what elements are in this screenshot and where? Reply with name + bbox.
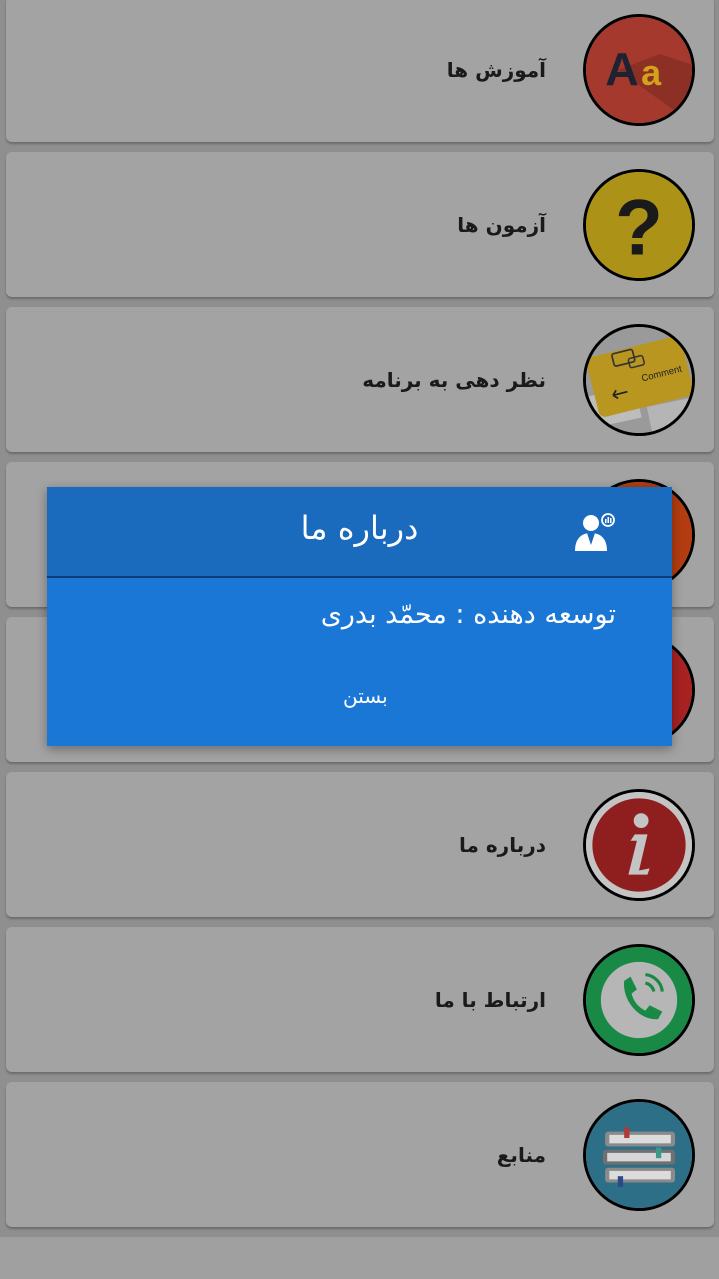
menu-item-label: نظر دهی به برنامه (362, 367, 546, 392)
bottom-bar (0, 1237, 719, 1279)
support-agent-icon (573, 511, 617, 553)
menu-item-lessons[interactable]: آموزش ها A a (6, 0, 714, 142)
menu-item-label: آزمون ها (457, 212, 546, 237)
menu-item-exams[interactable]: آزمون ها ? (6, 152, 714, 297)
books-icon (583, 1098, 695, 1211)
menu-item-sources[interactable]: منابع (6, 1082, 714, 1227)
about-dialog: درباره ما توسعه دهنده : محمّد بدری بستن (47, 487, 672, 746)
question-mark-icon: ? (583, 168, 695, 281)
menu-item-label: آموزش ها (446, 57, 546, 82)
close-button[interactable]: بستن (335, 680, 396, 712)
info-icon (583, 788, 695, 901)
alphabet-aa-icon: A a (583, 13, 695, 126)
menu-item-label: درباره ما (459, 832, 546, 857)
menu-item-feedback[interactable]: نظر دهی به برنامه Comment (6, 307, 714, 452)
menu-item-label: ارتباط با ما (434, 987, 546, 1012)
comment-keyboard-icon: Comment (583, 323, 695, 436)
svg-text:a: a (641, 51, 662, 92)
developer-text: توسعه دهنده : محمّد بدری (320, 599, 616, 630)
menu-item-contact[interactable]: ارتباط با ما (6, 927, 714, 1072)
menu-item-about[interactable]: درباره ما (6, 772, 714, 917)
svg-text:A: A (605, 42, 639, 94)
svg-text:?: ? (615, 183, 663, 271)
menu-item-label: منابع (496, 1142, 546, 1167)
dialog-header: درباره ما (47, 487, 672, 578)
phone-call-icon (583, 943, 695, 1056)
